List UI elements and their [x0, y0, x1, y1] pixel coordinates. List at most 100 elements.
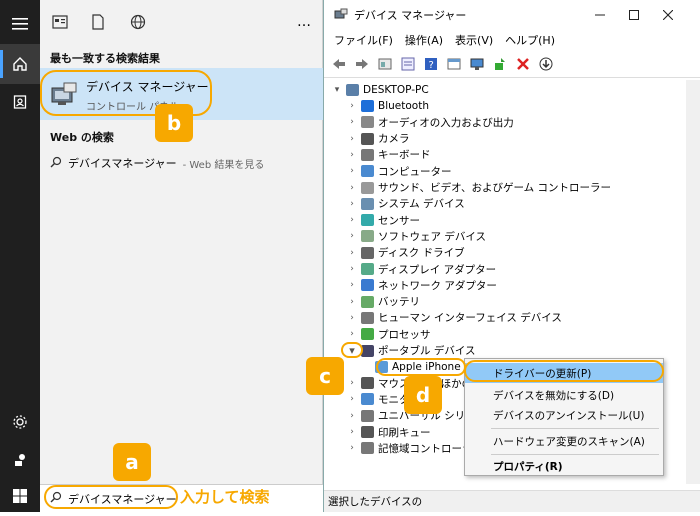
tree-node[interactable]: › カメラ	[347, 131, 410, 147]
chevron-right-icon[interactable]: ›	[347, 411, 357, 421]
forward-arrow-icon[interactable]	[353, 55, 371, 73]
chevron-right-icon[interactable]: ›	[347, 427, 357, 437]
device-category-icon	[361, 426, 374, 438]
chevron-right-icon[interactable]: ›	[347, 231, 357, 241]
tree-node-label: オーディオの入力および出力	[378, 116, 514, 129]
menu-help[interactable]: ヘルプ(H)	[505, 32, 555, 48]
tree-root[interactable]: ▾ DESKTOP-PC	[332, 82, 429, 98]
device-category-icon	[361, 246, 374, 259]
chevron-right-icon[interactable]: ›	[347, 166, 357, 176]
gear-icon[interactable]	[0, 402, 40, 442]
tree-node[interactable]: › ディスク ドライブ	[347, 245, 465, 261]
chevron-right-icon[interactable]: ›	[347, 297, 357, 307]
menu-divider	[491, 428, 659, 429]
view-icon[interactable]	[445, 55, 463, 73]
chevron-down-icon[interactable]: ▾	[332, 85, 342, 95]
tree-node[interactable]: › ネットワーク アダプター	[347, 277, 497, 293]
tree-node[interactable]: › システム デバイス	[347, 196, 465, 212]
properties-icon[interactable]	[376, 55, 394, 73]
chevron-right-icon[interactable]: ›	[347, 248, 357, 258]
tree-node-label: キーボード	[378, 149, 431, 162]
menu-disable-device[interactable]: デバイスを無効にする(D)	[465, 385, 663, 405]
help-icon[interactable]: ?	[422, 55, 440, 73]
tree-node[interactable]: › キーボード	[347, 147, 431, 163]
tree-node[interactable]: › 記憶域コントローラー	[347, 440, 483, 456]
apps-filter-icon[interactable]	[50, 12, 70, 32]
chevron-right-icon[interactable]: ›	[347, 280, 357, 290]
chevron-right-icon[interactable]: ›	[347, 443, 357, 453]
device-category-icon	[361, 100, 374, 112]
menu-uninstall-device[interactable]: デバイスのアンインストール(U)	[465, 405, 663, 425]
chevron-right-icon[interactable]: ›	[347, 394, 357, 404]
chevron-right-icon[interactable]: ›	[347, 150, 357, 160]
device-category-icon	[361, 165, 374, 178]
chevron-right-icon[interactable]: ›	[347, 117, 357, 127]
device-category-icon	[361, 214, 374, 227]
menu-properties[interactable]: プロパティ(R)	[465, 456, 663, 476]
menu-scan-hardware[interactable]: ハードウェア変更のスキャン(A)	[465, 431, 663, 451]
feedback-icon[interactable]	[0, 440, 40, 480]
tree-node-label: コンピューター	[378, 165, 452, 178]
tree-node[interactable]: › オーディオの入力および出力	[347, 114, 514, 130]
tree-node[interactable]: › 印刷キュー	[347, 424, 431, 440]
tree-node[interactable]: › センサー	[347, 212, 420, 228]
uninstall-icon[interactable]	[514, 55, 532, 73]
tree-node[interactable]: › プロセッサ	[347, 326, 431, 342]
menu-file[interactable]: ファイル(F)	[334, 32, 393, 48]
tree-node[interactable]: › バッテリ	[347, 294, 420, 310]
tree-node[interactable]: ▾ ポータブル デバイス	[347, 343, 475, 359]
tree-node-label: Bluetooth	[378, 100, 429, 112]
scrollbar[interactable]	[686, 80, 700, 484]
search-hint: 入力して検索	[180, 488, 270, 506]
close-icon[interactable]	[651, 0, 685, 30]
highlight-ring-c	[341, 342, 363, 358]
tree-node-label: ヒューマン インターフェイス デバイス	[378, 312, 562, 325]
web-search-header: Web の検索	[50, 131, 114, 144]
chevron-right-icon[interactable]: ›	[347, 329, 357, 339]
menu-action[interactable]: 操作(A)	[405, 32, 443, 48]
tree-node[interactable]: › Bluetooth	[347, 98, 429, 114]
tree-node[interactable]: › ソフトウェア デバイス	[347, 228, 486, 244]
add-driver-icon[interactable]	[491, 55, 509, 73]
tree-node-label: バッテリ	[378, 296, 420, 309]
tree-node[interactable]: › ディスプレイ アダプター	[347, 261, 496, 277]
device-category-icon	[361, 197, 374, 210]
menu-view[interactable]: 表示(V)	[455, 32, 493, 48]
monitor-icon[interactable]	[468, 55, 486, 73]
window-title: デバイス マネージャー	[354, 9, 467, 22]
device-category-icon	[361, 148, 374, 161]
chevron-right-icon[interactable]: ›	[347, 101, 357, 111]
chevron-right-icon[interactable]: ›	[347, 199, 357, 209]
tree-node-label: センサー	[378, 214, 420, 227]
tree-node-label: ディスク ドライブ	[378, 247, 465, 260]
tree-node[interactable]: › ヒューマン インターフェイス デバイス	[347, 310, 562, 326]
maximize-icon[interactable]	[617, 0, 651, 30]
chevron-right-icon[interactable]: ›	[347, 378, 357, 388]
tree-node[interactable]: › サウンド、ビデオ、およびゲーム コントローラー	[347, 180, 611, 196]
hamburger-icon[interactable]	[0, 4, 40, 44]
device-category-icon	[361, 295, 374, 308]
update-icon[interactable]	[399, 55, 417, 73]
globe-icon[interactable]	[128, 12, 148, 32]
device-category-icon	[361, 311, 374, 324]
chevron-right-icon[interactable]: ›	[347, 215, 357, 225]
window-titlebar: デバイス マネージャー	[324, 0, 700, 30]
status-text: 選択したデバイスの	[328, 496, 423, 508]
best-match-header: 最も一致する検索結果	[50, 52, 160, 65]
chevron-right-icon[interactable]: ›	[347, 183, 357, 193]
menu-bar: ファイル(F) 操作(A) 表示(V) ヘルプ(H)	[324, 30, 700, 50]
chevron-right-icon[interactable]: ›	[347, 134, 357, 144]
document-filter-icon[interactable]	[88, 12, 108, 32]
minimize-icon[interactable]	[583, 0, 617, 30]
more-options-icon[interactable]: …	[294, 12, 314, 32]
web-search-item[interactable]: デバイスマネージャー - Web 結果を見る	[50, 155, 264, 171]
scan-download-icon[interactable]	[537, 55, 555, 73]
windows-start-icon[interactable]	[0, 476, 40, 516]
chevron-right-icon[interactable]: ›	[347, 264, 357, 274]
documents-icon[interactable]	[0, 82, 40, 122]
back-arrow-icon[interactable]	[330, 55, 348, 73]
home-icon[interactable]	[0, 44, 40, 84]
device-category-icon	[361, 393, 374, 406]
chevron-right-icon[interactable]: ›	[347, 313, 357, 323]
tree-node[interactable]: › コンピューター	[347, 163, 452, 179]
